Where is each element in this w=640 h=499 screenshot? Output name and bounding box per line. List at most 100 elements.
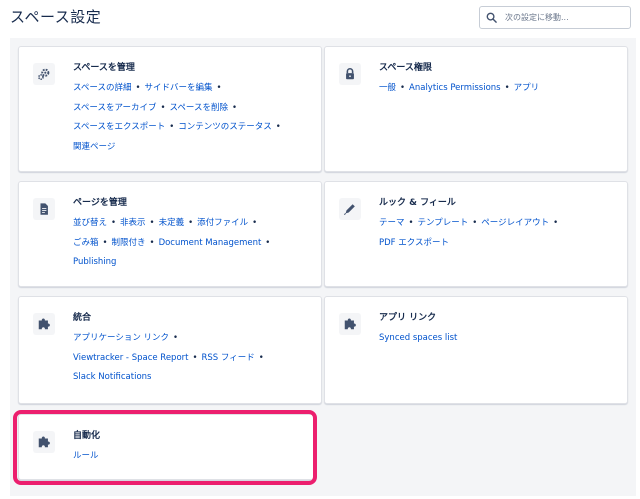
link-row: PDF エクスポート	[379, 234, 615, 254]
link-row: スペースの詳細 • サイドバーを編集 •	[73, 79, 309, 99]
settings-link[interactable]: ページレイアウト	[481, 218, 549, 228]
settings-link[interactable]: アプリケーション リンク	[73, 333, 169, 343]
settings-link[interactable]: テンプレート	[418, 218, 469, 228]
search-icon	[486, 12, 497, 23]
card-title: 自動化	[73, 431, 101, 441]
bullet-separator: •	[160, 102, 166, 113]
card-links: テーマ • テンプレート • ページレイアウト • PDF エクスポート	[379, 214, 615, 253]
card-links: Synced spaces list	[379, 329, 615, 349]
bullet-separator: •	[135, 83, 141, 93]
settings-link[interactable]: スペースをアーカイブ	[73, 103, 156, 113]
link-row: ごみ箱 • 制限付き • Document Management •	[73, 234, 309, 254]
settings-search[interactable]	[479, 6, 631, 29]
card-body: ルック & フィール テーマ • テンプレート • ページレイアウト • PDF エクスポー…	[379, 195, 615, 253]
card-icon-box	[33, 63, 55, 85]
card-manage-space: スペースを管理 スペースの詳細 • サイドバーを編集 • スペースをアーカイブ • スペース…	[18, 46, 322, 172]
bullet-separator: •	[231, 102, 237, 113]
link-row: Slack Notifications	[73, 368, 309, 388]
settings-link[interactable]: Publishing	[73, 257, 116, 267]
bullet-separator: •	[472, 218, 478, 228]
bullet-separator: •	[553, 218, 559, 228]
link-row: 関連ページ	[73, 138, 309, 158]
bullet-separator: •	[504, 83, 510, 93]
card-body: スペースを管理 スペースの詳細 • サイドバーを編集 • スペースをアーカイブ • スペース…	[73, 60, 309, 157]
link-row: Synced spaces list	[379, 329, 615, 349]
pencil-icon	[343, 204, 355, 216]
link-row: アプリケーション リンク •	[73, 329, 309, 349]
bullet-separator: •	[192, 352, 198, 363]
card-app-links: アプリ リンク Synced spaces list	[324, 296, 628, 404]
settings-link[interactable]: Viewtracker - Space Report	[73, 353, 188, 363]
card-icon-box	[339, 63, 361, 85]
bullet-separator: •	[400, 83, 406, 93]
card-icon-box	[33, 198, 55, 220]
settings-link[interactable]: アプリ	[514, 83, 540, 93]
settings-link[interactable]: 並び替え	[73, 218, 107, 228]
settings-link[interactable]: 関連ページ	[73, 142, 115, 152]
bullet-separator: •	[265, 237, 271, 248]
card-title: 統合	[73, 313, 92, 323]
settings-link[interactable]: Analytics Permissions	[409, 83, 501, 93]
card-links: ルール	[73, 447, 301, 467]
settings-link[interactable]: 一般	[379, 83, 396, 93]
link-row: Viewtracker - Space Report • RSS フィード •	[73, 349, 309, 369]
settings-link[interactable]: スペースの詳細	[73, 83, 131, 93]
card-icon-box	[33, 313, 55, 335]
settings-link[interactable]: 制限付き	[112, 238, 146, 248]
card-body: 自動化 ルール	[73, 428, 301, 467]
bullet-separator: •	[252, 218, 258, 228]
settings-link[interactable]: コンテンツのステータス	[178, 122, 272, 132]
settings-link[interactable]: 添付ファイル	[197, 218, 248, 228]
settings-link[interactable]: Document Management	[159, 238, 262, 248]
card-title: スペースを管理	[73, 63, 135, 73]
link-row: Publishing	[73, 253, 309, 273]
card-links: アプリケーション リンク • Viewtracker - Space Report •…	[73, 329, 309, 388]
search-input[interactable]	[505, 13, 625, 22]
puzzle-icon	[38, 318, 50, 330]
card-space-permissions: スペース権限 一般 • Analytics Permissions • アプリ	[324, 46, 628, 172]
settings-link[interactable]: サイドバーを編集	[145, 83, 213, 93]
card-automation: 自動化 ルール	[18, 414, 314, 480]
puzzle-icon	[344, 318, 356, 330]
card-look-and-feel: ルック & フィール テーマ • テンプレート • ページレイアウト • PDF エクスポー…	[324, 181, 628, 287]
settings-link[interactable]: Slack Notifications	[73, 372, 151, 382]
settings-link[interactable]: 未定義	[159, 218, 185, 228]
card-body: 統合 アプリケーション リンク • Viewtracker - Space Repo…	[73, 310, 309, 388]
puzzle-icon	[38, 436, 50, 448]
bullet-separator: •	[149, 237, 155, 248]
settings-link[interactable]: テーマ	[379, 218, 405, 228]
bullet-separator: •	[216, 83, 222, 93]
card-body: ページを管理 並び替え • 非表示 • 未定義 • 添付ファイル • ごみ箱 • 制限付き • Docu…	[73, 195, 309, 273]
settings-link[interactable]: 非表示	[120, 218, 146, 228]
settings-link[interactable]: PDF エクスポート	[379, 238, 449, 248]
card-title: スペース権限	[379, 63, 432, 73]
bullet-separator: •	[173, 333, 179, 343]
settings-link[interactable]: スペースをエクスポート	[73, 122, 165, 132]
card-title: アプリ リンク	[379, 313, 437, 323]
settings-link[interactable]: ごみ箱	[73, 238, 99, 248]
bullet-separator: •	[275, 122, 281, 132]
settings-link[interactable]: RSS フィード	[202, 353, 255, 363]
link-row: テーマ • テンプレート • ページレイアウト •	[379, 214, 615, 234]
bullet-separator: •	[149, 218, 155, 228]
card-links: 並び替え • 非表示 • 未定義 • 添付ファイル • ごみ箱 • 制限付き • Document Ma…	[73, 214, 309, 273]
bullet-separator: •	[102, 237, 108, 248]
bullet-separator: •	[188, 218, 194, 228]
settings-link[interactable]: ルール	[73, 451, 99, 461]
document-icon	[40, 203, 48, 215]
link-row: 並び替え • 非表示 • 未定義 • 添付ファイル •	[73, 214, 309, 234]
bullet-separator: •	[408, 218, 414, 228]
link-row: 一般 • Analytics Permissions • アプリ	[379, 79, 615, 99]
card-icon-box	[339, 198, 361, 220]
lock-icon	[346, 68, 354, 80]
card-links: 一般 • Analytics Permissions • アプリ	[379, 79, 615, 99]
settings-link[interactable]: Synced spaces list	[379, 333, 457, 343]
link-row: ルール	[73, 447, 301, 467]
card-title: ページを管理	[73, 198, 127, 208]
gears-icon	[38, 68, 50, 80]
card-title: ルック & フィール	[379, 198, 456, 208]
settings-link[interactable]: スペースを削除	[170, 103, 228, 113]
card-integrations: 統合 アプリケーション リンク • Viewtracker - Space Repo…	[18, 296, 322, 404]
link-row: スペースをアーカイブ • スペースを削除 •	[73, 99, 309, 119]
link-row: スペースをエクスポート • コンテンツのステータス •	[73, 118, 309, 138]
